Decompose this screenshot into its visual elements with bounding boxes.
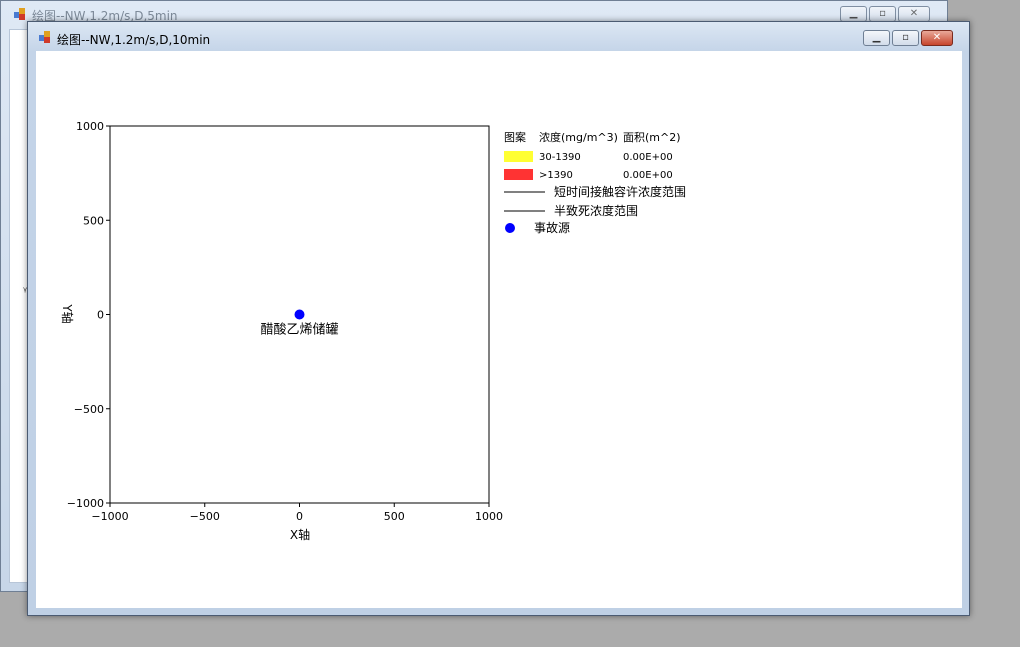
x-tick-label: 1000: [475, 510, 503, 523]
legend-row-range: 30-1390: [539, 152, 581, 163]
x-tick-label: 0: [296, 510, 303, 523]
y-axis-label: Y轴: [60, 303, 75, 323]
app-icon: [39, 31, 51, 43]
chart-area: −1000 −500 0 500 1000 1000 500 0 −500 −1000 X轴 Y…: [36, 51, 962, 608]
legend-header-pattern: 图案: [504, 130, 526, 144]
maximize-button[interactable]: ▫: [869, 6, 896, 22]
legend-swatch-red: [504, 169, 533, 180]
minimize-button[interactable]: ▁: [840, 6, 867, 22]
legend-header-concentration: 浓度(mg/m^3): [539, 130, 618, 144]
y-tick-label: 500: [83, 214, 104, 227]
close-button[interactable]: ✕: [921, 30, 953, 46]
legend-row-area: 0.00E+00: [623, 170, 673, 181]
y-tick-label: 1000: [76, 120, 104, 133]
maximize-button[interactable]: ▫: [892, 30, 919, 46]
y-tick-label: −1000: [67, 497, 104, 510]
legend: 图案 浓度(mg/m^3) 面积(m^2) 30-1390 0.00E+00 >…: [504, 130, 686, 235]
legend-row-range: >1390: [539, 170, 573, 181]
legend-line-label: 短时间接触容许浓度范围: [554, 184, 686, 199]
chart-window[interactable]: 绘图--NW,1.2m/s,D,10min ▁ ▫ ✕ −1000 −500 0 50…: [27, 21, 970, 616]
chart-window-titlebar[interactable]: 绘图--NW,1.2m/s,D,10min ▁ ▫ ✕: [28, 22, 969, 50]
x-tick-label: 500: [384, 510, 405, 523]
y-tick-label: 0: [97, 309, 104, 322]
x-axis-label: X轴: [290, 527, 310, 542]
legend-line-label: 半致死浓度范围: [554, 203, 638, 218]
legend-row-area: 0.00E+00: [623, 152, 673, 163]
x-tick-label: −1000: [91, 510, 128, 523]
accident-source-point: [294, 309, 305, 320]
app-icon: [14, 8, 26, 20]
legend-source-label: 事故源: [534, 220, 570, 235]
y-tick-label: −500: [74, 403, 104, 416]
legend-source-marker: [505, 223, 515, 233]
legend-swatch-yellow: [504, 151, 533, 162]
minimize-button[interactable]: ▁: [863, 30, 890, 46]
x-tick-label: −500: [190, 510, 220, 523]
legend-header-area: 面积(m^2): [623, 131, 681, 144]
point-label: 醋酸乙烯储罐: [260, 322, 338, 338]
dispersion-chart: −1000 −500 0 500 1000 1000 500 0 −500 −1000 X轴 Y…: [60, 120, 686, 542]
window-title: 绘图--NW,1.2m/s,D,10min: [57, 33, 211, 47]
x-axis-ticks: −1000 −500 0 500 1000: [91, 503, 503, 523]
close-button[interactable]: ✕: [898, 6, 930, 22]
